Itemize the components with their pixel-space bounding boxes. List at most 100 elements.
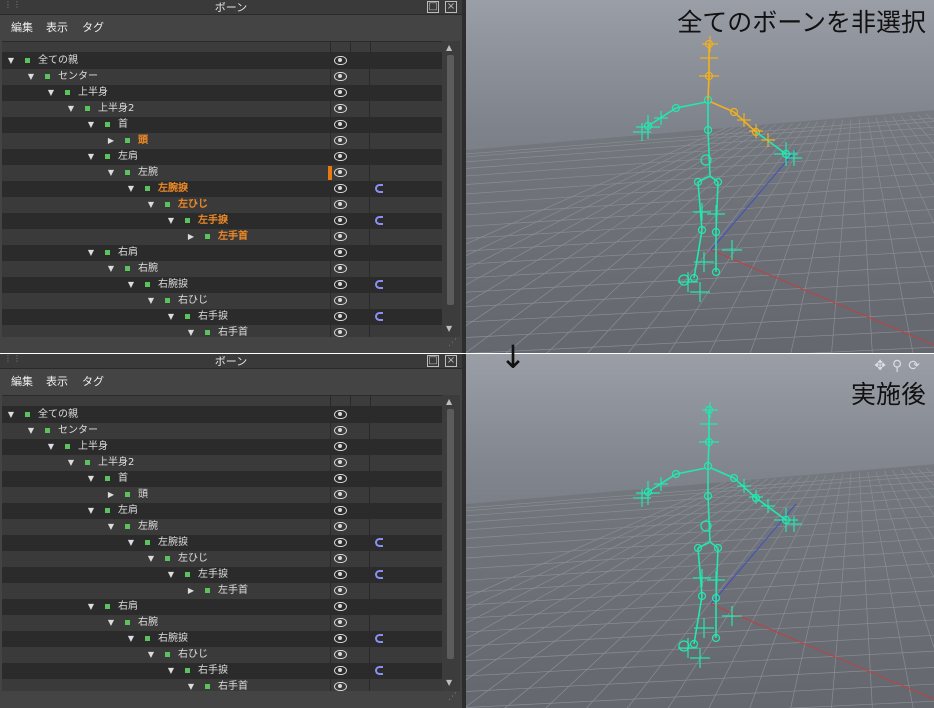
scroll-up-icon[interactable]: ▲: [446, 43, 452, 53]
visibility-eye-icon[interactable]: [334, 248, 347, 257]
resize-grip-icon[interactable]: ⋰: [448, 693, 460, 706]
collapse-arrow-icon[interactable]: ▼: [106, 168, 116, 178]
scroll-down-icon[interactable]: ▼: [446, 324, 452, 334]
viewport-tools[interactable]: ✥⚲⟳: [874, 358, 926, 374]
collapse-arrow-icon[interactable]: ▼: [86, 120, 96, 130]
bone-label[interactable]: 左手首: [218, 584, 248, 598]
visibility-eye-icon[interactable]: [334, 88, 347, 97]
collapse-arrow-icon[interactable]: ▼: [26, 72, 36, 82]
visibility-eye-icon[interactable]: [334, 296, 347, 305]
bone-label[interactable]: 右手首: [218, 326, 248, 337]
tree-row[interactable]: ▼ 左ひじ: [2, 551, 442, 567]
visibility-eye-icon[interactable]: [334, 184, 347, 193]
tree-row[interactable]: ▼ 上半身2: [2, 101, 442, 117]
maximize-icon[interactable]: □: [427, 1, 439, 13]
tree-row[interactable]: ▼ 左手捩: [2, 213, 442, 229]
maximize-icon[interactable]: □: [427, 355, 439, 367]
bone-label[interactable]: 右肩: [118, 600, 138, 614]
tree-row[interactable]: ▼ センター: [2, 69, 442, 85]
expand-arrow-icon[interactable]: ▶: [186, 232, 196, 242]
tree-row[interactable]: ▼ 全ての親: [2, 53, 442, 69]
expand-arrow-icon[interactable]: ▶: [106, 136, 116, 146]
tree-row[interactable]: ▼ 上半身: [2, 85, 442, 101]
visibility-eye-icon[interactable]: [334, 634, 347, 643]
ik-icon[interactable]: [375, 538, 383, 547]
zoom-icon[interactable]: ⚲: [892, 358, 908, 374]
visibility-eye-icon[interactable]: [334, 410, 347, 419]
tree-row[interactable]: ▼ 右手首: [2, 679, 442, 691]
bone-label[interactable]: 全ての親: [38, 54, 78, 68]
ik-icon[interactable]: [375, 666, 383, 675]
visibility-eye-icon[interactable]: [334, 666, 347, 675]
tree-row[interactable]: ▼ 左ひじ: [2, 197, 442, 213]
visibility-eye-icon[interactable]: [334, 264, 347, 273]
bone-label[interactable]: 左腕捩: [158, 182, 188, 196]
collapse-arrow-icon[interactable]: ▼: [126, 280, 136, 290]
tree-row[interactable]: ▼ 全ての親: [2, 407, 442, 423]
collapse-arrow-icon[interactable]: ▼: [126, 538, 136, 548]
menu-edit[interactable]: 編集: [11, 21, 33, 35]
visibility-eye-icon[interactable]: [334, 120, 347, 129]
bone-label[interactable]: センター: [58, 424, 98, 438]
collapse-arrow-icon[interactable]: ▼: [166, 666, 176, 676]
visibility-eye-icon[interactable]: [334, 538, 347, 547]
tree-row[interactable]: ▼ 上半身: [2, 439, 442, 455]
collapse-arrow-icon[interactable]: ▼: [166, 312, 176, 322]
collapse-arrow-icon[interactable]: ▼: [146, 200, 156, 210]
tree-row[interactable]: ▼ 左腕: [2, 519, 442, 535]
scroll-down-icon[interactable]: ▼: [446, 678, 452, 688]
visibility-eye-icon[interactable]: [334, 152, 347, 161]
collapse-arrow-icon[interactable]: ▼: [86, 152, 96, 162]
tree-row[interactable]: ▼ センター: [2, 423, 442, 439]
bone-label[interactable]: 左手捩: [198, 568, 228, 582]
bone-label[interactable]: 右ひじ: [178, 294, 208, 308]
visibility-eye-icon[interactable]: [334, 232, 347, 241]
bone-label[interactable]: 左腕捩: [158, 536, 188, 550]
bone-label[interactable]: 右肩: [118, 246, 138, 260]
rotate-icon[interactable]: ⟳: [908, 358, 926, 374]
visibility-eye-icon[interactable]: [334, 200, 347, 209]
visibility-eye-icon[interactable]: [334, 570, 347, 579]
ik-icon[interactable]: [375, 634, 383, 643]
visibility-eye-icon[interactable]: [334, 554, 347, 563]
visibility-eye-icon[interactable]: [334, 474, 347, 483]
visibility-eye-icon[interactable]: [334, 650, 347, 659]
bone-label[interactable]: 全ての親: [38, 408, 78, 422]
visibility-eye-icon[interactable]: [334, 280, 347, 289]
bone-label[interactable]: 頭: [138, 488, 148, 502]
visibility-eye-icon[interactable]: [334, 104, 347, 113]
menu-view[interactable]: 表示: [46, 375, 68, 389]
collapse-arrow-icon[interactable]: ▼: [46, 442, 56, 452]
menu-edit[interactable]: 編集: [11, 375, 33, 389]
bone-label[interactable]: 左手捩: [198, 214, 228, 228]
bone-label[interactable]: 上半身2: [98, 456, 134, 470]
collapse-arrow-icon[interactable]: ▼: [186, 328, 196, 337]
bone-label[interactable]: 左手首: [218, 230, 248, 244]
bone-label[interactable]: 右腕捩: [158, 632, 188, 646]
visibility-eye-icon[interactable]: [334, 586, 347, 595]
move-icon[interactable]: ✥: [874, 358, 892, 374]
collapse-arrow-icon[interactable]: ▼: [106, 264, 116, 274]
bone-label[interactable]: センター: [58, 70, 98, 84]
ik-icon[interactable]: [375, 312, 383, 321]
scrollbar-thumb[interactable]: [447, 409, 454, 659]
tree-row[interactable]: ▼ 右手捩: [2, 309, 442, 325]
bone-label[interactable]: 左腕: [138, 166, 158, 180]
collapse-arrow-icon[interactable]: ▼: [66, 458, 76, 468]
tree-row[interactable]: ▼ 右ひじ: [2, 293, 442, 309]
collapse-arrow-icon[interactable]: ▼: [86, 474, 96, 484]
collapse-arrow-icon[interactable]: ▼: [146, 554, 156, 564]
collapse-arrow-icon[interactable]: ▼: [146, 650, 156, 660]
collapse-arrow-icon[interactable]: ▼: [66, 104, 76, 114]
visibility-eye-icon[interactable]: [334, 426, 347, 435]
bone-label[interactable]: 上半身: [78, 440, 108, 454]
3d-viewport[interactable]: 全てのボーンを非選択: [466, 0, 934, 354]
tree-row[interactable]: ▼ 左腕捩: [2, 535, 442, 551]
visibility-eye-icon[interactable]: [334, 602, 347, 611]
collapse-arrow-icon[interactable]: ▼: [46, 88, 56, 98]
bone-label[interactable]: 上半身2: [98, 102, 134, 116]
visibility-eye-icon[interactable]: [334, 522, 347, 531]
collapse-arrow-icon[interactable]: ▼: [186, 682, 196, 691]
tree-row[interactable]: ▼ 首: [2, 117, 442, 133]
visibility-eye-icon[interactable]: [334, 490, 347, 499]
